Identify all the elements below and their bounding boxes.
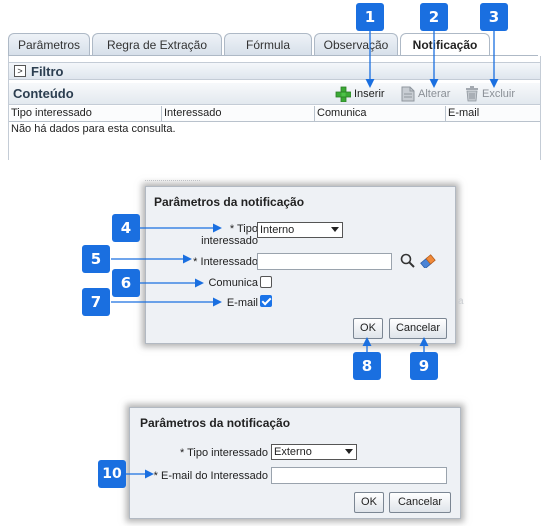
tab-regra-extracao[interactable]: Regra de Extração [92,33,222,55]
callout-9: 9 [410,352,438,380]
ok-button[interactable]: OK [353,318,383,339]
tab-parametros[interactable]: Parâmetros [8,33,90,55]
edit-button[interactable]: Alterar [401,86,450,102]
tipo-interessado-value: Externo [274,446,312,458]
column-header-tipo[interactable]: Tipo interessado [9,106,162,121]
tipo-interessado-value: Interno [260,224,295,236]
cancel-button[interactable]: Cancelar [389,318,447,339]
notification-params-dialog: Parâmetros da notificação * Tipo interes… [145,186,456,344]
chevron-down-icon [345,449,353,454]
column-header-comunica[interactable]: Comunica [315,106,446,121]
insert-label: Inserir [354,88,385,100]
trash-icon [466,86,478,102]
filter-title: Filtro [31,64,64,79]
grid-header: Tipo interessado Interessado Comunica E-… [9,106,540,122]
column-header-interessado[interactable]: Interessado [162,106,315,121]
comunica-checkbox[interactable] [260,276,272,288]
tipo-interessado-select[interactable]: Externo [271,444,357,460]
callout-1: 1 [356,3,384,31]
notification-params-dialog-external: Parâmetros da notificação * Tipo interes… [129,407,461,519]
empty-message: Não há dados para esta consulta. [11,123,176,135]
column-header-email[interactable]: E-mail [446,106,534,121]
tipo-interessado-select[interactable]: Interno [257,222,343,238]
content-header: Conteúdo Inserir Alterar Excluir [9,83,540,105]
email-checkbox[interactable] [260,295,272,307]
callout-3: 3 [480,3,508,31]
dialog-title: Parâmetros da notificação [140,416,291,430]
tab-formula[interactable]: Fórmula [224,33,312,55]
email-interessado-label: * E-mail do Interessado [153,470,268,482]
callout-10: 10 [98,460,126,488]
background-text-fragment: a [458,296,464,307]
tab-observacao[interactable]: Observação [314,33,398,55]
callout-2: 2 [420,3,448,31]
tipo-label-line2: interessado [201,235,258,247]
edit-label: Alterar [418,88,451,100]
interessado-label: * Interessado [193,256,258,268]
tipo-label-line1: * Tipo [229,223,258,235]
callout-5: 5 [82,245,110,273]
email-interessado-input[interactable] [271,467,447,484]
delete-button[interactable]: Excluir [465,86,515,102]
search-icon[interactable] [400,253,415,268]
tab-notificacao[interactable]: Notificação [400,33,490,56]
comunica-label: Comunica [208,277,258,289]
dialog-title: Parâmetros da notificação [154,195,305,209]
filter-bar[interactable]: > Filtro [9,62,540,80]
callout-8: 8 [353,352,381,380]
tipo-interessado-label: * Tipo interessado [186,223,258,247]
callout-4: 4 [112,214,140,242]
ok-button[interactable]: OK [354,492,384,513]
interessado-input[interactable] [257,253,392,270]
delete-label: Excluir [482,88,516,100]
insert-button[interactable]: Inserir [335,86,385,102]
eraser-icon[interactable] [420,253,436,268]
expand-icon[interactable]: > [14,65,26,77]
data-grid: Tipo interessado Interessado Comunica E-… [9,106,540,136]
tipo-interessado-label: * Tipo interessado [179,447,268,459]
document-edit-icon [401,86,415,102]
tab-bar: Parâmetros Regra de Extração Fórmula Obs… [8,33,538,56]
callout-6: 6 [112,269,140,297]
content-title: Conteúdo [13,86,74,101]
chevron-down-icon [331,227,339,232]
plus-icon [335,86,351,102]
cancel-button[interactable]: Cancelar [389,492,451,513]
email-label: E-mail [226,297,258,309]
content-panel: > Filtro Conteúdo Inserir Alterar Exclui… [8,56,541,160]
callout-7: 7 [82,288,110,316]
